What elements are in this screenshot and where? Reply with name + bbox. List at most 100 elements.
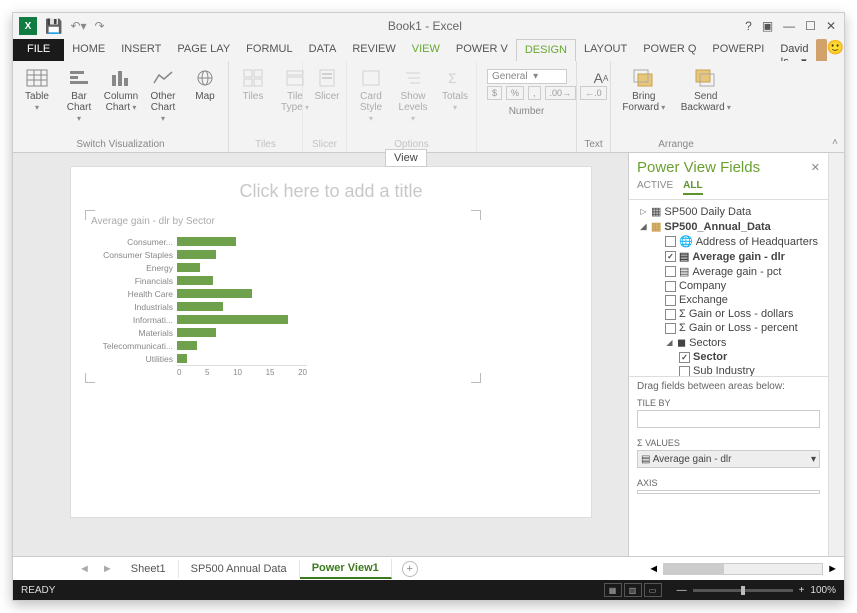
sheet-nav-next-icon[interactable]: ►	[96, 563, 119, 575]
title-placeholder[interactable]: Click here to add a title	[91, 181, 571, 202]
bar-chart[interactable]: Average gain - dlr by Sector Consumer...…	[91, 216, 331, 377]
view-page-icon[interactable]: ▥	[624, 583, 642, 597]
table-button[interactable]: Table	[19, 65, 55, 137]
account-name[interactable]: David Is... ▾	[772, 39, 816, 61]
field-list[interactable]: ▷▦ SP500 Daily Data ◢▦ SP500_Annual_Data…	[629, 200, 828, 376]
redo-icon[interactable]: ↷	[95, 19, 105, 33]
report-sheet[interactable]: Click here to add a title Average gain -…	[71, 167, 591, 517]
undo-icon[interactable]: ↶▾	[70, 19, 86, 33]
field-address[interactable]: 🌐 Address of Headquarters	[635, 234, 826, 249]
tab-home[interactable]: HOME	[64, 39, 113, 61]
workspace: Click here to add a title Average gain -…	[13, 153, 844, 556]
field-sector[interactable]: Sector	[635, 350, 826, 364]
close-pane-icon[interactable]: ✕	[811, 161, 820, 174]
sheet-tab-sp500[interactable]: SP500 Annual Data	[179, 560, 300, 578]
bar-category: Industrials	[91, 302, 177, 312]
other-chart-button[interactable]: Other Chart	[145, 65, 181, 137]
bar-value	[177, 354, 187, 363]
tab-powerquery[interactable]: POWER Q	[635, 39, 704, 61]
ribbon: Table Bar Chart Column Chart Other Chart…	[13, 61, 844, 153]
comma-icon[interactable]: ,	[528, 86, 541, 100]
field-gain-loss-percent[interactable]: Σ Gain or Loss - percent	[635, 321, 826, 335]
field-avg-gain-pct[interactable]: ▤ Average gain - pct	[635, 264, 826, 279]
sheet-nav-prev-icon[interactable]: ◄	[73, 563, 96, 575]
horizontal-scrollbar[interactable]: ◄►	[648, 563, 844, 575]
field-avg-gain-dlr[interactable]: ▤ Average gain - dlr	[635, 249, 826, 264]
tab-view[interactable]: VIEW	[404, 39, 448, 61]
sheet-tab-powerview1[interactable]: Power View1	[300, 559, 392, 579]
bar-row: Telecommunicati...	[91, 339, 331, 352]
fields-tabs: ACTIVE ALL	[629, 178, 828, 200]
field-gain-loss-dollars[interactable]: Σ Gain or Loss - dollars	[635, 307, 826, 321]
zone-axis[interactable]	[637, 490, 820, 494]
crop-handle	[85, 373, 95, 383]
group-sectors[interactable]: ◢◼ Sectors	[635, 335, 826, 350]
crop-handle	[85, 210, 95, 220]
axis-tick: 10	[233, 368, 242, 377]
close-icon[interactable]: ✕	[826, 19, 836, 33]
increase-decimal-icon[interactable]: .00→	[545, 86, 577, 100]
tab-review[interactable]: REVIEW	[344, 39, 403, 61]
totals-button: ΣTotals	[437, 65, 473, 137]
percent-icon[interactable]: %	[506, 86, 524, 100]
tab-pagelayout[interactable]: PAGE LAY	[169, 39, 238, 61]
sheet-tab-sheet1[interactable]: Sheet1	[119, 560, 179, 578]
zoom-in-icon[interactable]: +	[799, 585, 805, 596]
help-icon[interactable]: ?	[745, 19, 752, 33]
table-sp500-daily[interactable]: ▷▦ SP500 Daily Data	[635, 204, 826, 219]
zoom-slider[interactable]	[693, 589, 793, 592]
bar-row: Materials	[91, 326, 331, 339]
table-sp500-annual[interactable]: ◢▦ SP500_Annual_Data	[635, 219, 826, 234]
zoom-level[interactable]: 100%	[810, 585, 836, 596]
tab-layout[interactable]: LAYOUT	[576, 39, 635, 61]
tab-insert[interactable]: INSERT	[113, 39, 169, 61]
drag-instruction: Drag fields between areas below:	[629, 376, 828, 394]
new-sheet-button[interactable]: +	[402, 561, 418, 577]
field-exchange[interactable]: Exchange	[635, 293, 826, 307]
view-normal-icon[interactable]: ▦	[604, 583, 622, 597]
axis-tick: 20	[298, 368, 307, 377]
avatar[interactable]	[816, 39, 826, 63]
group-text: Text	[583, 137, 604, 150]
fields-tab-all[interactable]: ALL	[683, 180, 702, 195]
tab-file[interactable]: FILE	[13, 39, 64, 61]
feedback-icon[interactable]: 🙂	[827, 39, 844, 61]
field-sub-industry[interactable]: Sub Industry	[635, 364, 826, 376]
bar-value	[177, 341, 197, 350]
ribbon-display-icon[interactable]: ▣	[762, 19, 773, 33]
excel-window: X 💾 ↶▾ ↷ Book1 - Excel ? ▣ — ☐ ✕ FILE HO…	[12, 12, 845, 601]
bar-value	[177, 315, 288, 324]
fields-tab-active[interactable]: ACTIVE	[637, 180, 673, 195]
zoom-control[interactable]: — + 100%	[677, 585, 836, 596]
send-backward-button[interactable]: Send Backward	[677, 65, 735, 137]
chevron-down-icon[interactable]: ▾	[811, 454, 816, 465]
bar-value	[177, 302, 223, 311]
minimize-icon[interactable]: —	[783, 19, 795, 33]
currency-icon[interactable]: $	[487, 86, 502, 100]
bar-row: Informati...	[91, 313, 331, 326]
column-chart-button[interactable]: Column Chart	[103, 65, 139, 137]
maximize-icon[interactable]: ☐	[805, 19, 816, 33]
axis-tick: 0	[177, 368, 181, 377]
crop-handle	[471, 210, 481, 220]
tab-data[interactable]: DATA	[301, 39, 345, 61]
field-company[interactable]: Company	[635, 279, 826, 293]
pane-scrollbar[interactable]	[828, 153, 844, 556]
zone-values[interactable]: ▤ Average gain - dlr▾	[637, 450, 820, 468]
tab-powerpivot[interactable]: POWERPI	[704, 39, 772, 61]
bring-forward-button[interactable]: Bring Forward	[617, 65, 671, 137]
zoom-out-icon[interactable]: —	[677, 585, 687, 596]
number-format-select[interactable]: General ▾	[487, 69, 567, 84]
map-button[interactable]: Map	[187, 65, 223, 137]
zone-tileby[interactable]	[637, 410, 820, 428]
power-view-canvas[interactable]: Click here to add a title Average gain -…	[13, 153, 628, 556]
tab-formulas[interactable]: FORMUL	[238, 39, 300, 61]
collapse-ribbon-icon[interactable]: ˄	[832, 137, 838, 148]
view-break-icon[interactable]: ▭	[644, 583, 662, 597]
bar-chart-button[interactable]: Bar Chart	[61, 65, 97, 137]
bar-row: Energy	[91, 261, 331, 274]
tab-design[interactable]: DESIGN	[516, 39, 576, 61]
tab-powerview[interactable]: POWER V	[448, 39, 516, 61]
bar-row: Consumer Staples	[91, 248, 331, 261]
save-icon[interactable]: 💾	[45, 18, 62, 35]
